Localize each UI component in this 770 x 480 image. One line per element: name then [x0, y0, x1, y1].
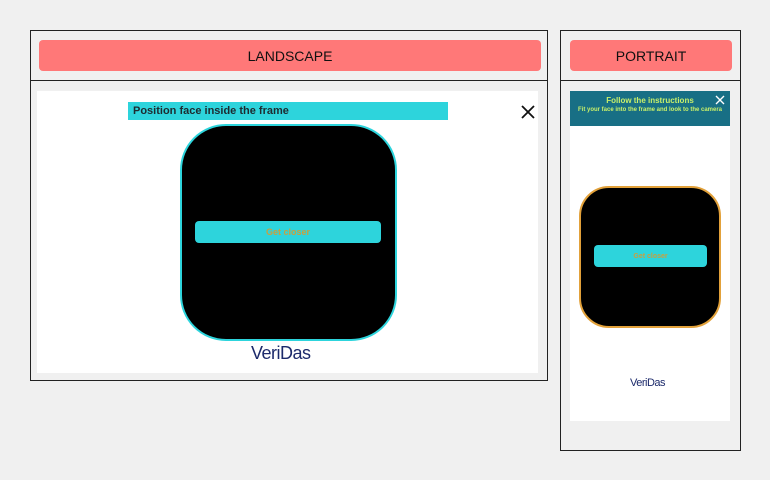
- portrait-panel: PORTRAIT Follow the instructions Fit you…: [560, 30, 741, 451]
- veridas-logo: VeriDas: [251, 343, 311, 363]
- landscape-panel: LANDSCAPE Position face inside the frame…: [30, 30, 548, 381]
- close-icon: [715, 95, 725, 105]
- instruction-bar: Position face inside the frame: [128, 102, 448, 120]
- status-pill: Get closer: [594, 245, 707, 267]
- status-pill: Get closer: [195, 221, 381, 243]
- tab-portrait[interactable]: PORTRAIT: [570, 40, 732, 71]
- landscape-screen: Position face inside the frame Get close…: [37, 91, 538, 373]
- close-icon: [521, 105, 535, 119]
- tab-landscape[interactable]: LANDSCAPE: [39, 40, 541, 71]
- instruction-banner: Follow the instructions Fit your face in…: [570, 91, 730, 126]
- veridas-logo: VeriDas: [630, 377, 666, 389]
- close-button[interactable]: [519, 103, 537, 121]
- portrait-screen: Follow the instructions Fit your face in…: [570, 91, 730, 421]
- close-button[interactable]: [713, 93, 727, 107]
- panel-divider: [31, 80, 547, 81]
- banner-title: Follow the instructions: [606, 96, 694, 105]
- banner-text: Fit your face into the frame and look to…: [577, 107, 723, 113]
- panel-divider: [561, 80, 740, 81]
